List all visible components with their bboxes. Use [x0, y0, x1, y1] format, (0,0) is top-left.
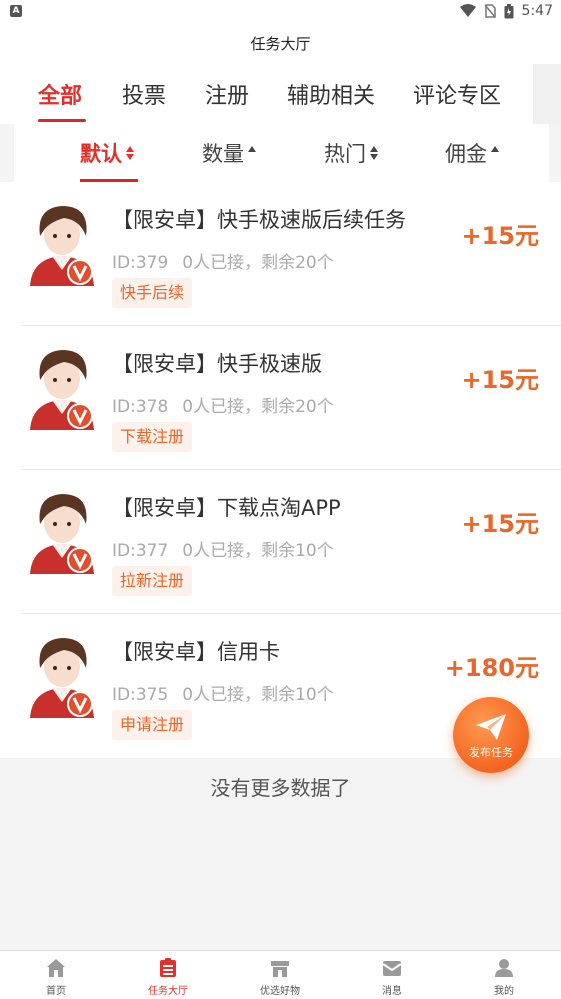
bottom-nav: 首页 任务大厅 优选好物 消息 我的: [0, 950, 561, 999]
task-status: 0人已接，剩余20个: [182, 397, 334, 417]
task-meta: ID:375 0人已接，剩余10个: [112, 680, 334, 705]
task-title: 【限安卓】快手极速版: [112, 352, 322, 376]
nav-home[interactable]: 首页: [0, 951, 112, 999]
status-bar: A 5:47: [0, 0, 561, 24]
home-icon: [47, 959, 65, 977]
header: 任务大厅: [0, 24, 561, 64]
task-title: 【限安卓】信用卡: [112, 640, 280, 664]
sort-quantity-label: 数量: [202, 142, 244, 166]
publish-task-label: 发布任务: [469, 746, 513, 759]
nav-profile[interactable]: 我的: [448, 951, 560, 999]
no-sim-icon: [483, 4, 496, 18]
tab-all[interactable]: 全部: [38, 78, 82, 110]
sort-both-icon: [126, 146, 134, 160]
sort-bar: 默认 数量 热门 佣金: [14, 124, 549, 182]
page-title: 任务大厅: [250, 35, 311, 53]
shop-icon: [271, 961, 289, 977]
task-status: 0人已接，剩余10个: [182, 685, 334, 705]
wifi-icon: [459, 4, 476, 17]
sort-up-icon: [248, 146, 256, 152]
avatar: [24, 488, 100, 578]
task-item[interactable]: 【限安卓】下载点淘APP ID:377 0人已接，剩余10个 拉新注册 +15元: [0, 470, 561, 614]
status-time: 5:47: [521, 3, 553, 19]
task-tag: 申请注册: [112, 710, 193, 740]
task-meta: ID:377 0人已接，剩余10个: [112, 536, 334, 561]
task-item[interactable]: 【限安卓】快手极速版 ID:378 0人已接，剩余20个 下载注册 +15元: [0, 326, 561, 470]
tabs-scroll-fade: [533, 64, 561, 124]
nav-task-hall-label: 任务大厅: [148, 986, 188, 997]
task-id: ID:377: [112, 541, 169, 561]
task-title: 【限安卓】下载点淘APP: [112, 496, 341, 520]
publish-task-button[interactable]: 发布任务: [453, 697, 529, 773]
sort-commission-label: 佣金: [445, 142, 487, 166]
sort-quantity[interactable]: 数量: [202, 138, 256, 168]
sort-popular[interactable]: 热门: [324, 138, 378, 168]
avatar: [24, 632, 100, 722]
profile-icon: [495, 959, 513, 977]
category-tabs: 全部 投票 注册 辅助相关 评论专区: [0, 64, 561, 124]
task-tag: 拉新注册: [112, 566, 193, 596]
task-meta: ID:379 0人已接，剩余20个: [112, 248, 334, 273]
nav-message[interactable]: 消息: [336, 951, 448, 999]
sort-up-icon: [491, 146, 499, 152]
task-title: 【限安卓】快手极速版后续任务: [112, 208, 406, 232]
task-id: ID:378: [112, 397, 169, 417]
status-icons: 5:47: [459, 3, 553, 19]
paper-plane-icon: [476, 714, 506, 740]
app-notification-icon: A: [10, 5, 22, 17]
tab-register[interactable]: 注册: [205, 78, 249, 110]
task-reward: +15元: [461, 366, 539, 394]
nav-shop[interactable]: 优选好物: [224, 951, 336, 999]
tab-assist[interactable]: 辅助相关: [287, 78, 375, 110]
tab-vote[interactable]: 投票: [122, 78, 166, 110]
sort-both-icon: [370, 146, 378, 160]
nav-task-hall[interactable]: 任务大厅: [112, 951, 224, 999]
task-id: ID:379: [112, 253, 169, 273]
nav-shop-label: 优选好物: [260, 986, 300, 997]
task-list: 【限安卓】快手极速版后续任务 ID:379 0人已接，剩余20个 快手后续 +15…: [0, 182, 561, 758]
task-reward: +180元: [444, 654, 539, 682]
sort-popular-label: 热门: [324, 142, 366, 166]
nav-message-label: 消息: [382, 986, 402, 997]
task-item[interactable]: 【限安卓】快手极速版后续任务 ID:379 0人已接，剩余20个 快手后续 +15…: [0, 182, 561, 326]
task-id: ID:375: [112, 685, 169, 705]
task-status: 0人已接，剩余10个: [182, 541, 334, 561]
task-tag: 下载注册: [112, 422, 193, 452]
sort-default[interactable]: 默认: [80, 138, 134, 168]
battery-icon: [504, 3, 514, 18]
active-tab-indicator: [38, 119, 86, 122]
sort-commission[interactable]: 佣金: [445, 138, 499, 168]
task-hall-icon: [160, 958, 176, 977]
task-reward: +15元: [461, 222, 539, 250]
task-reward: +15元: [461, 510, 539, 538]
task-status: 0人已接，剩余20个: [182, 253, 334, 273]
nav-home-label: 首页: [46, 986, 66, 997]
tab-comments[interactable]: 评论专区: [413, 78, 501, 110]
avatar: [24, 200, 100, 290]
task-meta: ID:378 0人已接，剩余20个: [112, 392, 334, 417]
task-tag: 快手后续: [112, 278, 193, 308]
sort-default-label: 默认: [80, 142, 122, 166]
message-icon: [382, 961, 402, 976]
avatar: [24, 344, 100, 434]
nav-profile-label: 我的: [494, 986, 514, 997]
